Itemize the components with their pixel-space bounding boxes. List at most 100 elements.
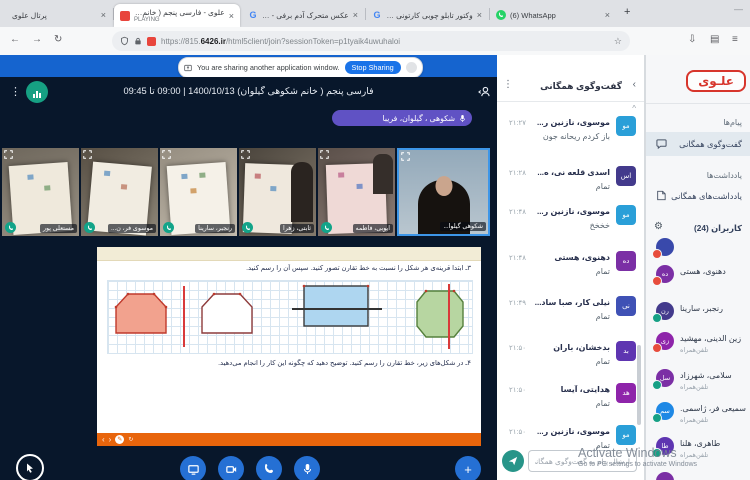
manage-users-icon[interactable] — [478, 85, 491, 98]
fullscreen-icon[interactable] — [401, 152, 410, 161]
message-time: ۲۱:۵۰ — [509, 429, 526, 436]
presentation-slide[interactable]: ۳ـ ابتدا قرینه‌ی هر شکل را نسبت به خط تق… — [97, 247, 481, 446]
tab-search-2[interactable]: G وکتور تابلو چوبی کارتونی - Search × — [366, 4, 488, 26]
lock-icon[interactable] — [134, 36, 142, 46]
webcam-tile-active-speaker[interactable]: شکوهی گیلوا... — [397, 148, 490, 236]
prev-slide-icon[interactable]: ‹ — [102, 435, 105, 444]
message-text: باز کردم ریحانه جون — [542, 132, 610, 141]
hide-notification-button[interactable] — [405, 62, 417, 73]
tab-class-active[interactable]: علوی - فارسی پنجم ( خانم شکوهی... PLAYIN… — [114, 4, 240, 27]
user-name: دهنوی، هستی — [680, 267, 726, 276]
webcam-tile[interactable]: موسوی فر، ن... — [81, 148, 158, 236]
gear-icon[interactable]: ⚙ — [654, 221, 663, 232]
message-author: بدخشان، باران — [553, 343, 610, 352]
tab-title: وکتور تابلو چوبی کارتونی - Search — [386, 10, 473, 20]
tab-whatsapp[interactable]: (6) WhatsApp × — [490, 4, 616, 26]
microphone-icon — [303, 464, 311, 474]
next-slide-icon[interactable]: › — [109, 435, 112, 444]
sidebar-item-shared-notes[interactable]: یادداشت‌های همگانی — [646, 185, 750, 207]
send-message-button[interactable] — [502, 450, 524, 472]
close-icon[interactable]: × — [229, 11, 234, 21]
reload-button[interactable]: ↻ — [54, 34, 62, 45]
chat-bubble-icon — [656, 138, 667, 149]
actions-button[interactable]: + — [455, 456, 481, 480]
forward-button[interactable]: → — [32, 34, 42, 45]
avatar: مو — [616, 116, 636, 136]
user-row[interactable]: زی زین الدینی، مهشید تلفن‌همراه — [646, 330, 750, 364]
user-row[interactable]: سل سلامی، شهرزاد تلفن‌همراه — [646, 367, 750, 401]
webcam-button[interactable] — [218, 456, 244, 480]
close-icon[interactable]: × — [605, 10, 610, 20]
status-badge — [652, 380, 662, 390]
chat-scrollbar[interactable] — [637, 345, 641, 425]
message-text: تمام — [595, 312, 610, 321]
webcam-user-name: رنجبر، سارینا — [195, 224, 235, 233]
users-count-label: کاربران (24) — [694, 223, 742, 233]
sidebar-item-label: یادداشت‌های همگانی — [671, 191, 742, 201]
avatar: مو — [616, 205, 636, 225]
tab-portal[interactable]: پرتال علوی × — [6, 4, 112, 26]
close-icon[interactable]: × — [101, 10, 106, 20]
user-row[interactable]: رن رنجبر، سارینا — [646, 300, 750, 334]
chat-message-input[interactable] — [528, 450, 637, 472]
message-time: ۲۱:۴۸ — [509, 209, 526, 216]
user-row[interactable]: سم سمیعی فر، ژاسمی... تلفن‌همراه — [646, 400, 750, 434]
user-row-partial[interactable] — [646, 238, 750, 259]
user-row[interactable]: طا طاهری، هلنا تلفن‌همراه — [646, 435, 750, 469]
close-icon[interactable]: × — [477, 10, 482, 20]
collapse-chat-icon[interactable]: ‹ — [633, 79, 636, 90]
webcam-tile[interactable]: رنجبر، سارینا — [160, 148, 237, 236]
user-name: سمیعی فر، ژاسمی... — [680, 404, 746, 413]
audio-button[interactable] — [256, 456, 282, 480]
webcam-tile[interactable]: ثابتی، زهرا — [239, 148, 316, 236]
message-text: خخخخ — [589, 221, 610, 230]
url-text: https://815.6426.ir/html5client/join?ses… — [161, 36, 401, 46]
tab-title: (6) WhatsApp — [510, 10, 556, 20]
screenshare-button[interactable] — [180, 456, 206, 480]
slide-header-band — [97, 247, 481, 261]
google-favicon-icon: G — [373, 10, 381, 20]
tab-search-1[interactable]: G عکس متحرک آدم برفی - Search × — [242, 4, 364, 26]
window-controls[interactable]: — — [734, 4, 743, 14]
webcam-tile[interactable]: مستعلی پور — [2, 148, 79, 236]
user-row[interactable]: ده دهنوی، هستی — [646, 263, 750, 297]
library-icon[interactable]: ▤ — [710, 34, 719, 45]
fullscreen-icon[interactable] — [4, 150, 13, 159]
fullscreen-icon[interactable] — [320, 150, 329, 159]
worksheet-question-2: ۴ـ در شکل‌های زیر، خط تقارن را رسم کنید.… — [218, 360, 471, 367]
fullscreen-icon[interactable] — [162, 150, 171, 159]
shield-icon[interactable] — [120, 36, 129, 46]
url-field[interactable]: https://815.6426.ir/html5client/join?ses… — [112, 31, 630, 51]
chat-options-kebab-icon[interactable]: ⋮ — [503, 79, 513, 90]
pencil-tool-icon[interactable]: ✎ — [115, 435, 125, 444]
new-tab-button[interactable]: + — [624, 6, 630, 18]
close-icon[interactable]: × — [353, 10, 358, 20]
message-text: تمام — [595, 441, 610, 450]
talking-indicator[interactable]: شکوهی ، گیلوان، فریبا — [332, 110, 472, 126]
user-row-partial[interactable] — [646, 470, 750, 480]
bookmark-star-icon[interactable]: ☆ — [614, 36, 622, 47]
sidebar-panel: علـوی پیام‌ها گفت‌وگوی همگانی یادداشت‌ها… — [645, 55, 750, 480]
options-kebab-icon[interactable]: ⋮ — [10, 85, 21, 98]
fullscreen-icon[interactable] — [83, 150, 92, 159]
avatar: اس — [616, 166, 636, 186]
avatar — [656, 472, 674, 480]
phone-icon — [242, 222, 253, 233]
stop-sharing-button[interactable]: Stop Sharing — [344, 61, 401, 74]
symmetry-shapes — [114, 284, 464, 349]
chat-message: مو موسوی، نازنین ر... ۲۱:۲۷ باز کردم ریح… — [501, 116, 636, 156]
fullscreen-icon[interactable] — [241, 150, 250, 159]
raise-hand-button[interactable] — [16, 454, 44, 480]
sidebar-item-public-chat[interactable]: گفت‌وگوی همگانی — [646, 132, 750, 156]
back-button[interactable]: ← — [10, 34, 20, 45]
menu-icon[interactable]: ≡ — [732, 34, 738, 45]
microphone-button[interactable] — [294, 456, 320, 480]
webcam-user-name: ثابتی، زهرا — [280, 224, 314, 233]
downloads-icon[interactable]: ⇩ — [688, 34, 696, 45]
zoom-reset-icon[interactable]: ↻ — [128, 436, 133, 444]
alavi-favicon-icon — [120, 10, 130, 21]
message-time: ۲۱:۲۸ — [509, 170, 526, 177]
webcam-tile[interactable]: ایوبی، فاطمه — [318, 148, 395, 236]
user-device-label: تلفن‌همراه — [680, 417, 709, 424]
scroll-up-icon[interactable]: ^ — [632, 104, 636, 113]
